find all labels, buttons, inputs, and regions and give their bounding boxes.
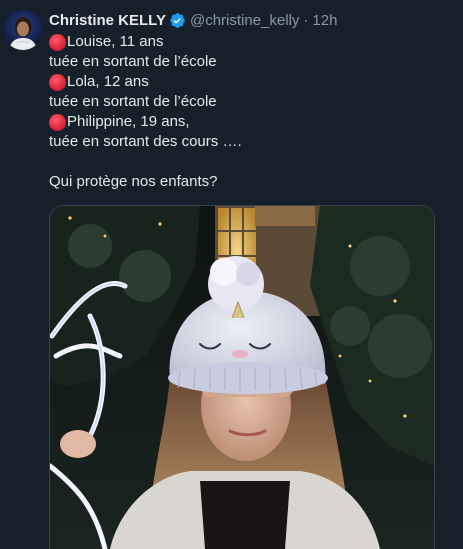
tweet-line: tuée en sortant des cours ….	[49, 132, 449, 152]
tweet-line-text: Lola, 12 ans	[67, 73, 149, 90]
tweet-media-photo[interactable]	[49, 205, 435, 549]
photo-girl-in-knit-hat	[50, 206, 434, 549]
tweet-line: Qui protège nos enfants?	[49, 172, 449, 192]
tweet-line-text: Qui protège nos enfants?	[49, 173, 218, 190]
tweet-line-text: tuée en sortant de l’école	[49, 53, 217, 70]
tweet-header: Christine KELLY @christine_kelly · 12h	[49, 10, 337, 30]
red-circle-emoji-icon	[49, 33, 66, 51]
avatar-image	[3, 10, 43, 50]
tweet: Christine KELLY @christine_kelly · 12h L…	[0, 0, 463, 549]
tweet-line: tuée en sortant de l’école	[49, 52, 449, 72]
tweet-line: Lola, 12 ans	[49, 72, 449, 92]
tweet-line: tuée en sortant de l’école	[49, 92, 449, 112]
red-circle-emoji-icon	[49, 73, 66, 91]
tweet-line-text: tuée en sortant des cours ….	[49, 133, 242, 150]
red-circle-emoji-icon	[49, 113, 66, 131]
separator-dot: ·	[303, 11, 309, 29]
tweet-line-text: tuée en sortant de l’école	[49, 93, 217, 110]
profile-avatar[interactable]	[3, 10, 43, 50]
author-handle[interactable]: @christine_kelly	[190, 12, 299, 29]
tweet-line: Philippine, 19 ans,	[49, 112, 449, 132]
tweet-text: Louise, 11 ans tuée en sortant de l’écol…	[49, 32, 449, 192]
author-name[interactable]: Christine KELLY	[49, 12, 166, 29]
tweet-line: Louise, 11 ans	[49, 32, 449, 52]
tweet-line-text: Philippine, 19 ans,	[67, 113, 190, 130]
tweet-line-text: Louise, 11 ans	[67, 33, 164, 50]
tweet-timestamp[interactable]: 12h	[312, 12, 337, 29]
verified-badge-icon[interactable]	[169, 12, 186, 29]
